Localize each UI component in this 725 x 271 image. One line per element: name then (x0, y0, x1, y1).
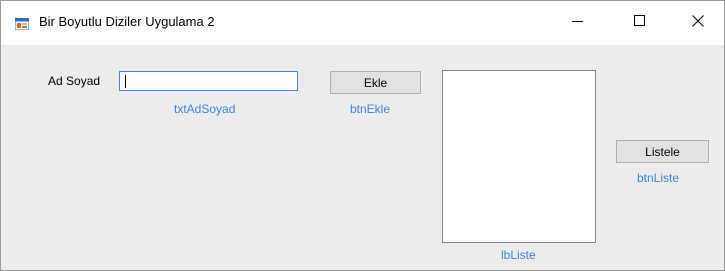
name-input[interactable] (119, 71, 298, 91)
close-button[interactable] (675, 1, 721, 45)
close-icon (692, 14, 704, 32)
maximize-icon (634, 14, 646, 32)
winforms-app-icon (14, 17, 30, 31)
maximize-button[interactable] (617, 1, 663, 45)
form-client-area: Ad Soyad txtAdSoyad Ekle btnEkle lbListe… (1, 45, 724, 270)
name-input-id-label: txtAdSoyad (174, 102, 236, 116)
minimize-button[interactable] (555, 1, 601, 45)
text-caret (125, 75, 126, 88)
names-listbox[interactable] (442, 70, 596, 243)
listbox-id-label: lbListe (501, 248, 536, 262)
list-button[interactable]: Listele (616, 140, 709, 163)
add-button-id-label: btnEkle (350, 102, 391, 116)
list-button-id-label: btnListe (637, 171, 680, 185)
add-button[interactable]: Ekle (330, 71, 421, 94)
name-label: Ad Soyad (48, 74, 101, 88)
minimize-icon (572, 14, 584, 32)
window-title: Bir Boyutlu Diziler Uygulama 2 (39, 14, 215, 29)
title-bar[interactable]: Bir Boyutlu Diziler Uygulama 2 (1, 1, 724, 45)
app-window: Bir Boyutlu Diziler Uygulama 2 Ad Soyad … (0, 0, 725, 271)
